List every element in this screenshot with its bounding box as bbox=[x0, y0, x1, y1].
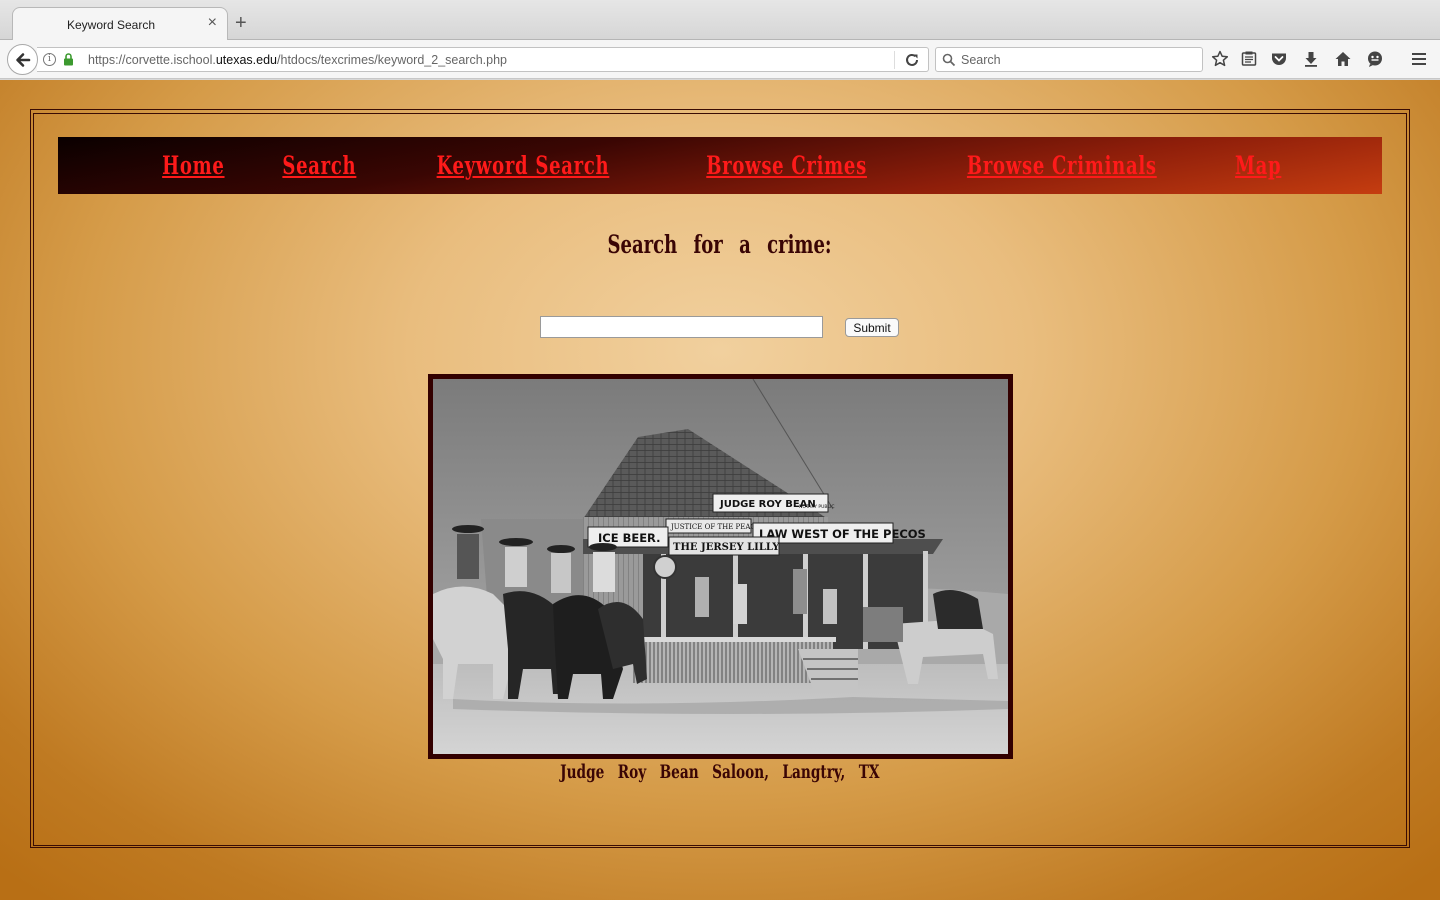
submit-button[interactable]: Submit bbox=[845, 318, 899, 337]
sign-justice: JUSTICE OF THE PEACE bbox=[670, 523, 761, 531]
home-icon[interactable] bbox=[1334, 50, 1352, 68]
lock-icon[interactable] bbox=[63, 53, 74, 71]
page-heading-wrap: Search for a crime: bbox=[0, 230, 1440, 259]
nav-browse-criminals-link[interactable]: Browse Criminals bbox=[967, 151, 1157, 180]
back-button[interactable] bbox=[7, 44, 38, 75]
crime-search-input[interactable] bbox=[540, 316, 823, 338]
tab-close-icon[interactable]: × bbox=[208, 15, 217, 31]
tab-title: Keyword Search bbox=[66, 18, 156, 32]
nav-map-link[interactable]: Map bbox=[1235, 151, 1281, 180]
menu-icon[interactable] bbox=[1410, 50, 1428, 68]
reading-list-icon[interactable] bbox=[1240, 50, 1258, 68]
sign-notary: NOTARY PUBLIC bbox=[799, 504, 834, 510]
info-icon[interactable]: i bbox=[43, 53, 56, 66]
sign-jersey: THE JERSEY LILLY bbox=[673, 542, 780, 553]
search-icon bbox=[942, 53, 956, 72]
site-nav: Home Search Keyword Search Browse Crimes… bbox=[58, 137, 1382, 194]
feedback-icon[interactable] bbox=[1366, 50, 1384, 68]
page-heading: Search for a crime: bbox=[607, 230, 833, 259]
sign-ice-beer: ICE BEER. bbox=[598, 531, 661, 545]
url-divider bbox=[894, 51, 895, 69]
active-tab[interactable]: Keyword Search × bbox=[12, 7, 228, 41]
pocket-icon[interactable] bbox=[1270, 50, 1288, 68]
back-arrow-icon bbox=[16, 53, 31, 67]
saloon-photo: JUDGE ROY BEAN NOTARY PUBLIC JUSTICE OF … bbox=[428, 374, 1013, 759]
nav-browse-crimes-link[interactable]: Browse Crimes bbox=[706, 151, 867, 180]
photo-caption-wrap: Judge Roy Bean Saloon, Langtry, TX bbox=[0, 761, 1440, 783]
reload-icon[interactable] bbox=[904, 52, 920, 73]
nav-home-link[interactable]: Home bbox=[162, 151, 224, 180]
photo-caption: Judge Roy Bean Saloon, Langtry, TX bbox=[560, 761, 880, 783]
star-icon[interactable] bbox=[1211, 50, 1229, 68]
search-bar[interactable] bbox=[935, 47, 1203, 72]
url-bar[interactable]: i https://corvette.ischool.utexas.edu/ht… bbox=[37, 47, 929, 72]
nav-keyword-search-link[interactable]: Keyword Search bbox=[437, 151, 610, 180]
nav-search-link[interactable]: Search bbox=[283, 151, 357, 180]
tab-strip: Keyword Search × + bbox=[0, 0, 1440, 41]
url-text[interactable]: https://corvette.ischool.utexas.edu/htdo… bbox=[88, 53, 507, 67]
download-icon[interactable] bbox=[1302, 50, 1320, 68]
new-tab-icon[interactable]: + bbox=[235, 13, 247, 33]
page-background: Home Search Keyword Search Browse Crimes… bbox=[0, 80, 1440, 900]
browser-search-input[interactable] bbox=[961, 51, 1196, 69]
sign-law: LAW WEST OF THE PECOS bbox=[759, 527, 926, 541]
browser-toolbar: i https://corvette.ischool.utexas.edu/ht… bbox=[0, 40, 1440, 79]
